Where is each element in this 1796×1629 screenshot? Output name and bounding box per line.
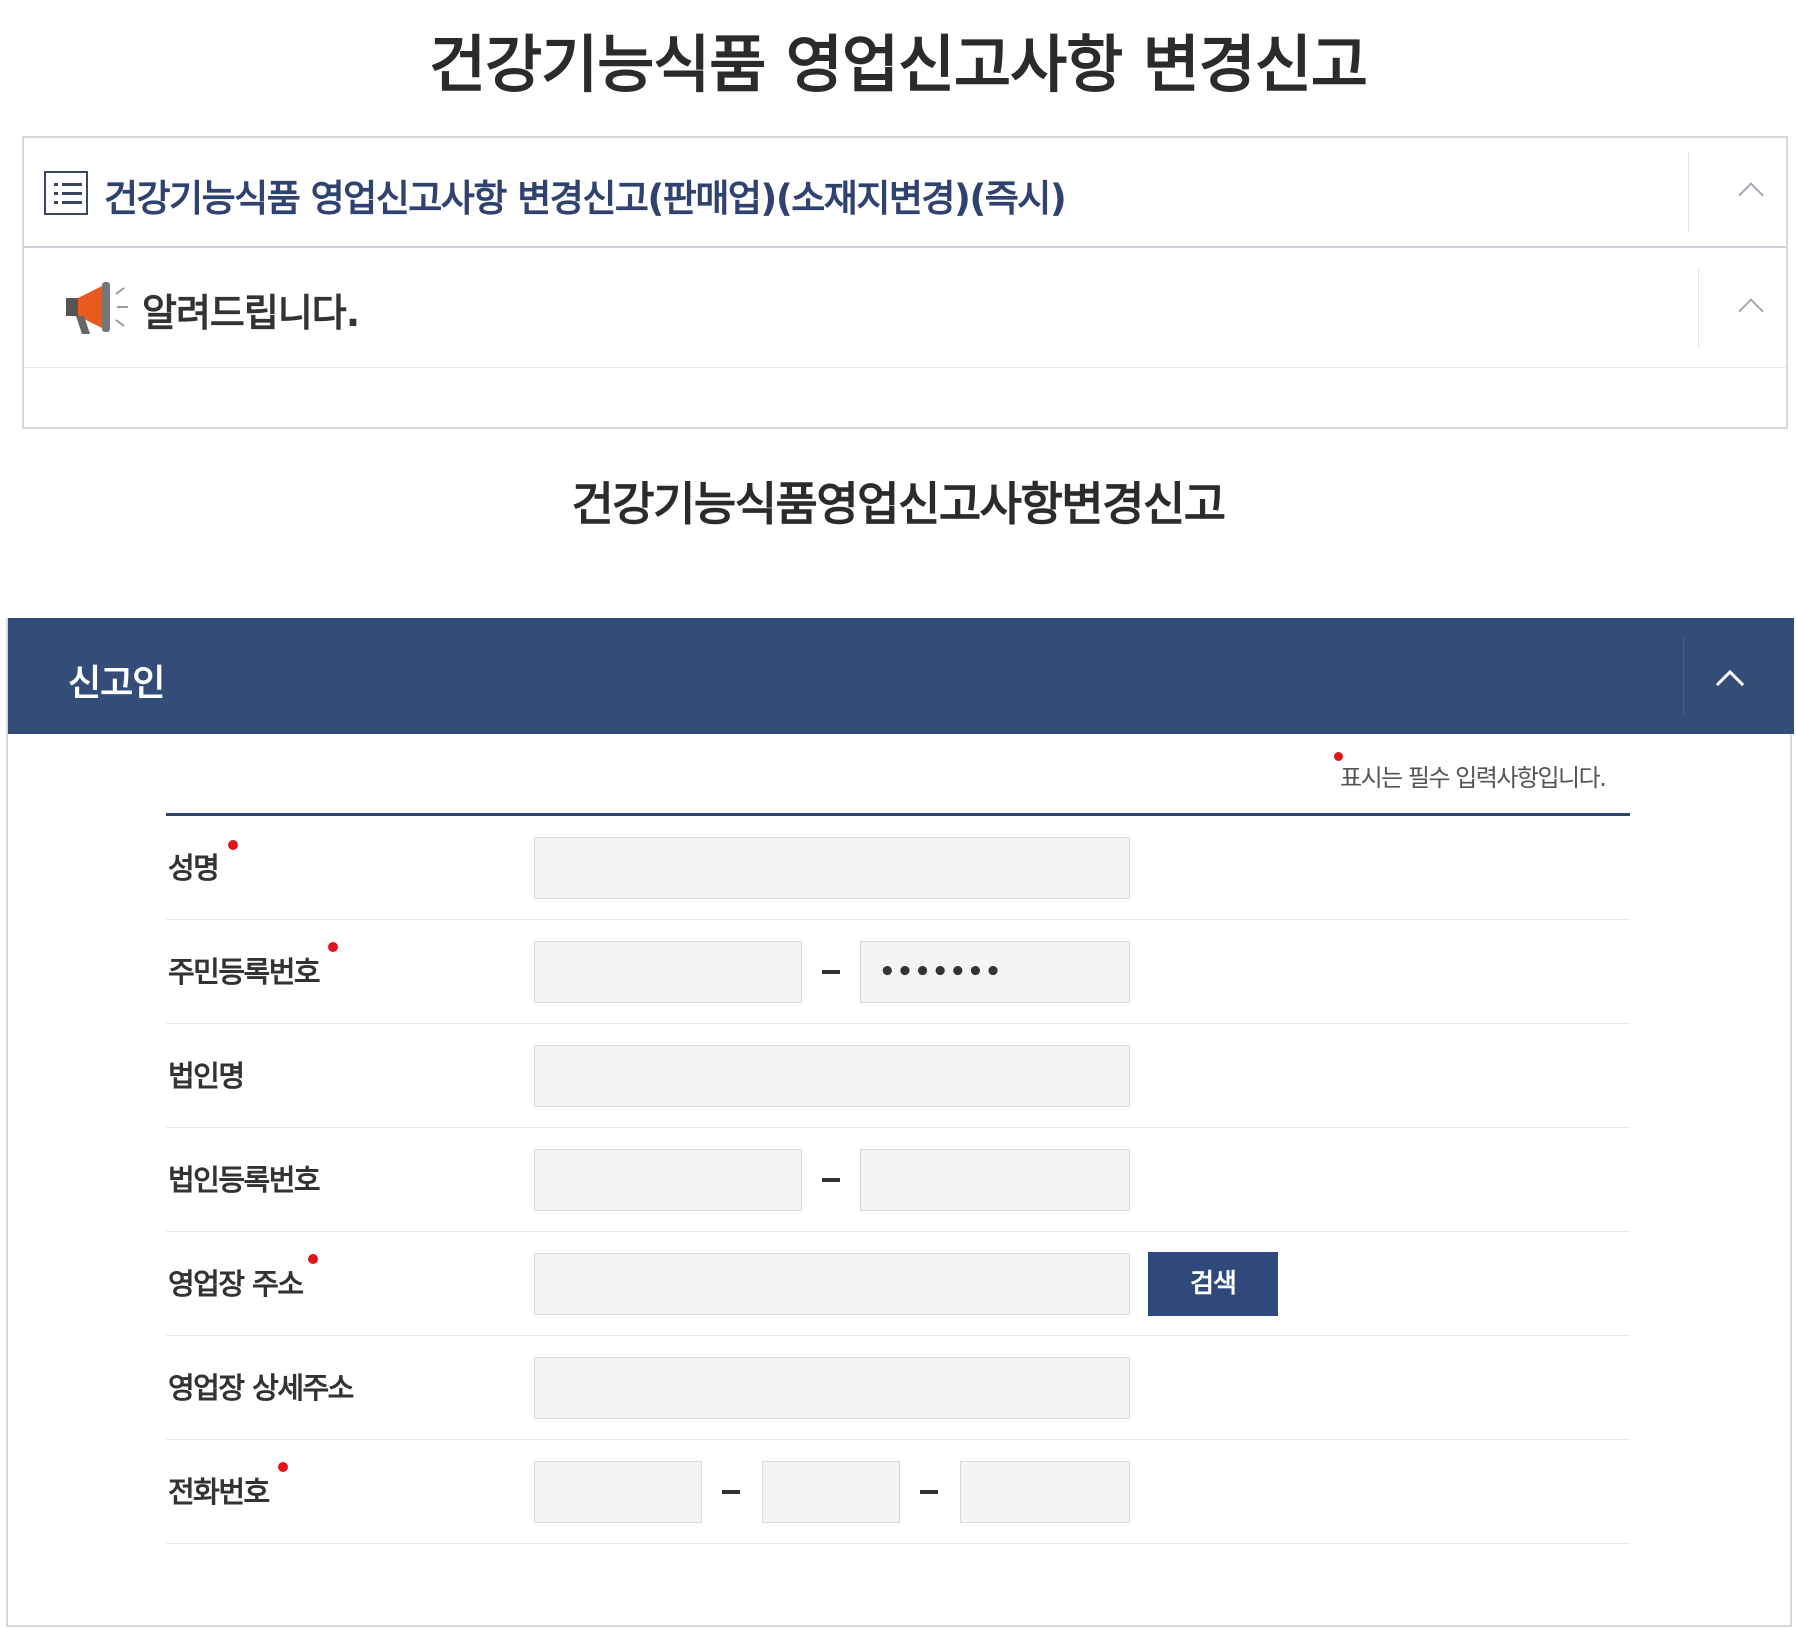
corp-reg-label: 법인등록번호 [168, 1163, 321, 1197]
phone-part2-input[interactable] [762, 1461, 900, 1523]
form-row-name: 성명 [166, 816, 1630, 920]
required-dot [308, 1254, 318, 1264]
phone-part3-input[interactable] [960, 1461, 1130, 1523]
dash-separator [920, 1490, 938, 1494]
rrn-label: 주민등록번호 [168, 955, 321, 989]
corp-name-input[interactable] [534, 1045, 1130, 1107]
required-dot [228, 840, 238, 850]
corp-name-label: 법인명 [168, 1059, 245, 1093]
required-dot [278, 1462, 288, 1472]
section-header[interactable]: 신고인 [8, 618, 1794, 734]
service-title-row[interactable]: 건강기능식품 영업신고사항 변경신고(판매업)(소재지변경)(즉시) [24, 138, 1786, 248]
divider [1683, 636, 1684, 716]
dash-separator [722, 1490, 740, 1494]
section-title: 신고인 [68, 663, 165, 704]
service-title: 건강기능식품 영업신고사항 변경신고(판매업)(소재지변경)(즉시) [104, 177, 1067, 220]
required-dot [328, 942, 338, 952]
phone-part1-input[interactable] [534, 1461, 702, 1523]
form-title: 건강기능식품영업신고사항변경신고 [571, 477, 1226, 531]
biz-addr-input[interactable] [534, 1253, 1130, 1315]
biz-addr-label: 영업장 주소 [168, 1267, 304, 1301]
corp-reg-back-input[interactable] [860, 1149, 1130, 1211]
name-input[interactable] [534, 837, 1130, 899]
list-icon [44, 171, 88, 215]
phone-label: 전화번호 [168, 1475, 270, 1509]
biz-detail-addr-label: 영업장 상세주소 [168, 1371, 354, 1405]
notice-label: 알려드립니다. [142, 291, 360, 335]
form-row-corp-name: 법인명 [166, 1024, 1630, 1128]
rrn-back-input[interactable]: ••••••• [860, 941, 1130, 1003]
megaphone-icon [66, 282, 128, 334]
chevron-up-icon[interactable] [1738, 182, 1764, 208]
form-row-biz-detail-addr: 영업장 상세주소 [166, 1336, 1630, 1440]
form-row-rrn: 주민등록번호 ••••••• [166, 920, 1630, 1024]
name-label: 성명 [168, 851, 220, 885]
required-note: 표시는 필수 입력사항입니다. [1340, 764, 1607, 792]
info-accordion: 건강기능식품 영업신고사항 변경신고(판매업)(소재지변경)(즉시) 알려드립니… [22, 136, 1788, 429]
form-row-biz-addr: 영업장 주소 검색 [166, 1232, 1630, 1336]
form-row-phone: 전화번호 [166, 1440, 1630, 1544]
divider [1698, 268, 1699, 348]
notice-row[interactable]: 알려드립니다. [24, 248, 1786, 368]
chevron-up-icon[interactable] [1715, 669, 1745, 699]
biz-detail-addr-input[interactable] [534, 1357, 1130, 1419]
rrn-front-input[interactable] [534, 941, 802, 1003]
page-title: 건강기능식품 영업신고사항 변경신고 [429, 28, 1368, 101]
form-row-corp-reg: 법인등록번호 [166, 1128, 1630, 1232]
dash-separator [822, 970, 840, 974]
divider [1688, 152, 1689, 232]
corp-reg-front-input[interactable] [534, 1149, 802, 1211]
chevron-up-icon[interactable] [1738, 298, 1764, 324]
search-button[interactable]: 검색 [1148, 1252, 1278, 1316]
dash-separator [822, 1178, 840, 1182]
